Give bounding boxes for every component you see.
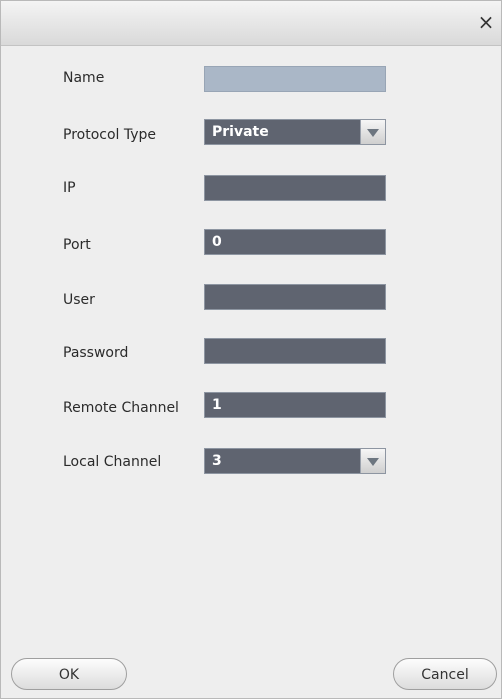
remote-channel-label: Remote Channel [63, 400, 179, 416]
close-icon[interactable]: × [475, 9, 497, 35]
ip-label: IP [63, 180, 76, 196]
protocol-type-select[interactable]: Private [204, 119, 386, 145]
protocol-type-value: Private [212, 124, 269, 140]
local-channel-select[interactable]: 3 [204, 448, 386, 474]
ok-button[interactable]: OK [11, 658, 127, 690]
name-input[interactable] [204, 66, 386, 92]
chevron-down-icon[interactable] [360, 449, 385, 473]
protocol-type-label: Protocol Type [63, 127, 157, 143]
name-label: Name [63, 70, 105, 86]
local-channel-label: Local Channel [63, 454, 162, 470]
user-label: User [63, 292, 95, 308]
remote-channel-input[interactable]: 1 [204, 392, 386, 418]
chevron-down-icon[interactable] [360, 120, 385, 144]
device-dialog: × Name Protocol Type Private IP Port 0 U… [0, 0, 502, 699]
port-input[interactable]: 0 [204, 229, 386, 255]
cancel-button[interactable]: Cancel [393, 658, 497, 690]
user-input[interactable] [204, 284, 386, 310]
port-label: Port [63, 237, 91, 253]
password-label: Password [63, 345, 129, 361]
ip-input[interactable] [204, 175, 386, 201]
password-input[interactable] [204, 338, 386, 364]
local-channel-value: 3 [212, 453, 222, 469]
dialog-titlebar: × [1, 1, 501, 46]
